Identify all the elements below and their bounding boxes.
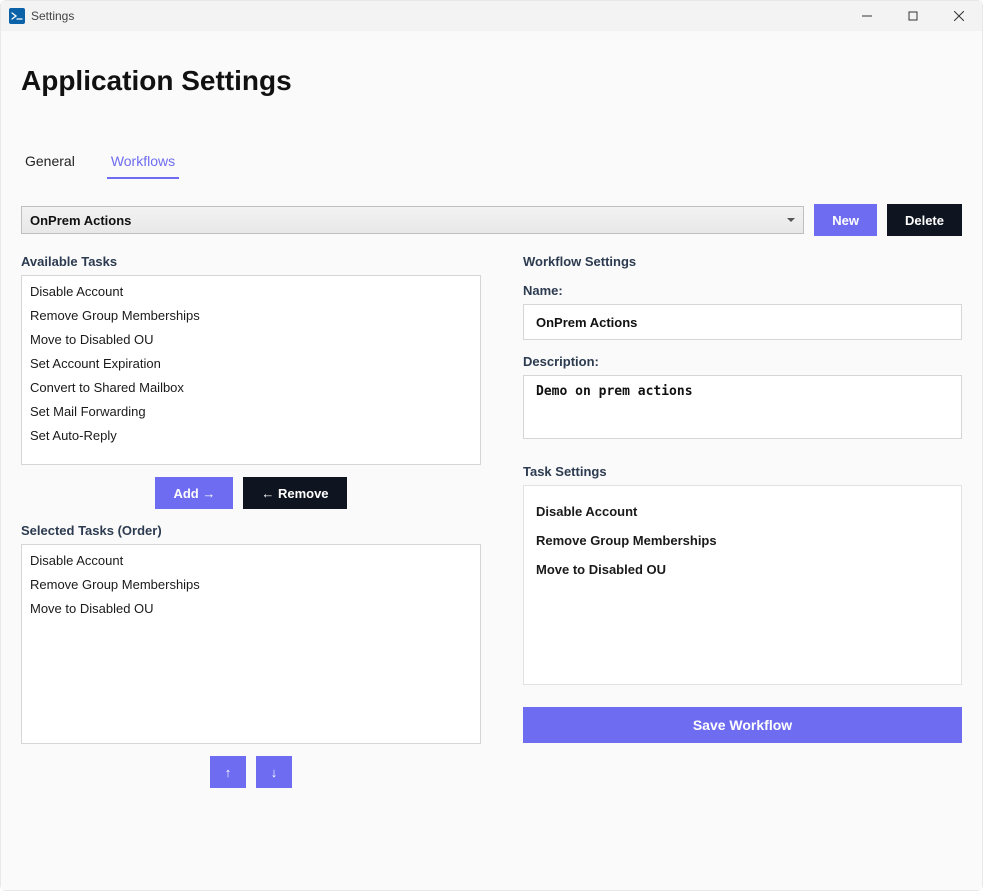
name-label: Name:	[523, 283, 962, 298]
move-up-button[interactable]: ↑	[210, 756, 246, 788]
list-item[interactable]: Move to Disabled OU	[22, 328, 480, 352]
left-column: Available Tasks Disable Account Remove G…	[21, 254, 481, 788]
reorder-row: ↑ ↓	[21, 756, 481, 788]
move-down-button[interactable]: ↓	[256, 756, 292, 788]
tab-general[interactable]: General	[21, 147, 79, 179]
list-item[interactable]: Remove Group Memberships	[22, 573, 480, 597]
list-item[interactable]: Disable Account	[22, 549, 480, 573]
maximize-button[interactable]	[890, 1, 936, 31]
task-settings-item[interactable]: Disable Account	[536, 504, 949, 519]
name-field[interactable]	[523, 304, 962, 340]
new-button[interactable]: New	[814, 204, 877, 236]
list-item[interactable]: Convert to Shared Mailbox	[22, 376, 480, 400]
close-button[interactable]	[936, 1, 982, 31]
save-row: Save Workflow	[523, 707, 962, 743]
list-item[interactable]: Set Account Expiration	[22, 352, 480, 376]
workflow-toolbar: OnPrem Actions New Delete	[21, 204, 962, 236]
list-item[interactable]: Set Auto-Reply	[22, 424, 480, 448]
selected-tasks-label: Selected Tasks (Order)	[21, 523, 481, 538]
two-column-layout: Available Tasks Disable Account Remove G…	[21, 254, 962, 788]
window-title: Settings	[31, 9, 74, 23]
right-column: Workflow Settings Name: Description: Tas…	[523, 254, 962, 743]
app-icon	[9, 8, 25, 24]
task-settings-panel[interactable]: Disable Account Remove Group Memberships…	[523, 485, 962, 685]
client-area: Application Settings General Workflows O…	[1, 31, 982, 890]
workflow-select[interactable]: OnPrem Actions	[21, 206, 804, 234]
window-titlebar: Settings	[1, 1, 982, 31]
delete-button[interactable]: Delete	[887, 204, 962, 236]
workflow-settings-heading: Workflow Settings	[523, 254, 962, 269]
task-settings-item[interactable]: Remove Group Memberships	[536, 533, 949, 548]
add-remove-row: Add → ← Remove	[21, 477, 481, 509]
task-settings-heading: Task Settings	[523, 464, 962, 479]
selected-tasks-listbox[interactable]: Disable Account Remove Group Memberships…	[21, 544, 481, 744]
list-item[interactable]: Disable Account	[22, 280, 480, 304]
minimize-button[interactable]	[844, 1, 890, 31]
workflow-select-value: OnPrem Actions	[30, 213, 131, 228]
remove-button[interactable]: ← Remove	[243, 477, 346, 509]
list-item[interactable]: Remove Group Memberships	[22, 304, 480, 328]
available-tasks-label: Available Tasks	[21, 254, 481, 269]
window-controls	[844, 1, 982, 31]
tab-strip: General Workflows	[21, 147, 982, 180]
add-button[interactable]: Add →	[155, 477, 233, 509]
available-tasks-listbox[interactable]: Disable Account Remove Group Memberships…	[21, 275, 481, 465]
description-label: Description:	[523, 354, 962, 369]
page-title: Application Settings	[21, 65, 982, 97]
description-field[interactable]	[523, 375, 962, 439]
list-item[interactable]: Set Mail Forwarding	[22, 400, 480, 424]
task-settings-item[interactable]: Move to Disabled OU	[536, 562, 949, 577]
save-workflow-button[interactable]: Save Workflow	[523, 707, 962, 743]
list-item[interactable]: Move to Disabled OU	[22, 597, 480, 621]
tab-workflows[interactable]: Workflows	[107, 147, 179, 179]
